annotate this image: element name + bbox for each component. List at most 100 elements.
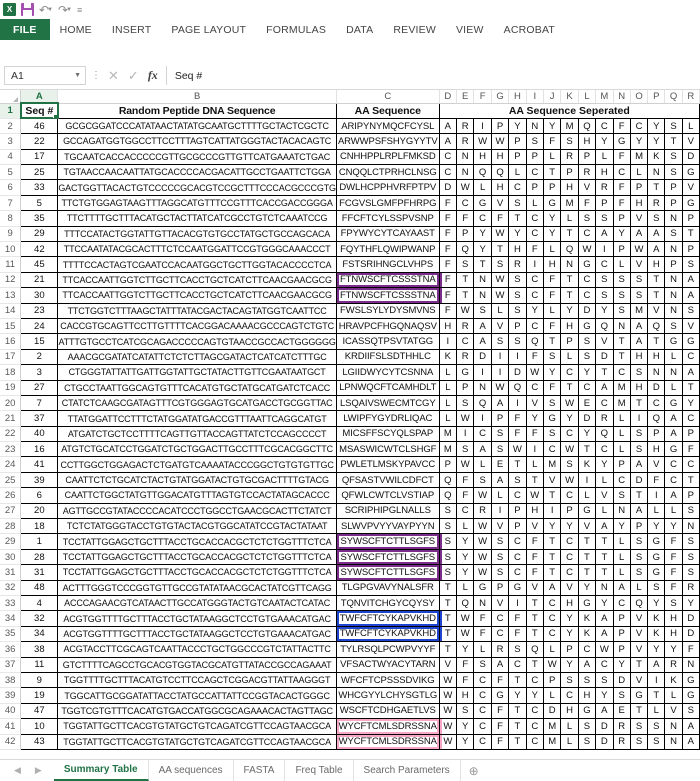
cell-aa-letter[interactable]: L [560, 349, 579, 366]
cell-aa-letter[interactable]: H [647, 256, 666, 273]
redo-icon[interactable]: ↷ ▼ [58, 4, 72, 16]
cell-aa-letter[interactable]: F [664, 549, 683, 566]
cell-aa-letter[interactable]: T [526, 610, 544, 627]
cell-aa-letter[interactable]: T [543, 333, 562, 350]
cell-dna[interactable]: TTCCAATATACGCACTTTCTCCAATGGATTCCGTGGGCAA… [57, 241, 337, 258]
cell-aa-letter[interactable]: C [595, 395, 614, 412]
cell-aa-letter[interactable]: C [508, 564, 527, 581]
cell-aa-letter[interactable]: A [613, 580, 631, 597]
cell-aa-letter[interactable]: H [526, 503, 544, 520]
cell-aa-letter[interactable]: F [508, 610, 527, 627]
cell-aa-letter[interactable]: F [664, 580, 683, 597]
cell-aa-letter[interactable]: P [682, 487, 700, 504]
cell-aa-letter[interactable]: V [595, 487, 614, 504]
cell-aa-letter[interactable]: G [682, 672, 700, 689]
cell-aa-letter[interactable]: Y [595, 303, 614, 319]
cell-aa-letter[interactable]: F [526, 549, 544, 566]
cell-aa-letter[interactable]: L [439, 364, 458, 381]
row-header-39[interactable]: 39 [0, 687, 22, 704]
cell-aa-letter[interactable]: V [630, 672, 649, 689]
cell-aa-letter[interactable]: S [613, 287, 631, 304]
cell-aa-letter[interactable]: A [595, 226, 614, 243]
undo-icon[interactable]: ↶ ▼ [39, 4, 53, 16]
cell-aa-letter[interactable]: R [456, 349, 475, 366]
cell-aa-letter[interactable]: C [473, 672, 492, 689]
cell-aa-letter[interactable]: D [595, 718, 614, 735]
cell-dna[interactable]: TGGTCGTGTTTCACATGTGACCATGGCGCAGAAACACTAG… [57, 703, 337, 720]
cell-aa-letter[interactable]: L [473, 456, 492, 473]
cell-seq[interactable]: 10 [20, 718, 59, 735]
cell-aa-letter[interactable]: S [664, 164, 683, 181]
row-header-9[interactable]: 9 [0, 226, 22, 243]
cell-aa[interactable]: SYWSCFTCTTLSGFS [336, 533, 440, 550]
cell-seq[interactable]: 27 [20, 380, 59, 396]
ribbon-tab-insert[interactable]: INSERT [102, 19, 162, 40]
cell-aa-letter[interactable]: H [664, 626, 683, 643]
cell-aa-letter[interactable]: V [682, 133, 700, 150]
cell-aa-letter[interactable]: V [526, 580, 544, 597]
cell-aa-letter[interactable]: P [664, 256, 683, 273]
cell-aa-letter[interactable]: A [595, 380, 614, 396]
cell-dna[interactable]: TCCTATTGGAGCTGCTTTACCTGCACCACGCTCTCTGGTT… [57, 533, 337, 550]
cell-aa-letter[interactable]: C [526, 287, 544, 304]
cell-aa-letter[interactable]: R [595, 410, 614, 427]
cell-aa-letter[interactable]: Y [630, 133, 649, 150]
cell-aa-letter[interactable]: F [491, 703, 510, 720]
cell-aa-letter[interactable]: H [664, 610, 683, 627]
cell-dna[interactable]: ATGTCTGCATCCTGGATCTGCTGGACTTGCCTTTCGCACG… [57, 441, 337, 458]
cell-dna[interactable]: TGTAACCAACAATTATGCACCCCACGACATTGCCTGAATT… [57, 164, 337, 181]
cell-aa-letter[interactable]: S [664, 149, 683, 166]
cell-aa-letter[interactable]: Y [578, 426, 597, 443]
cell-aa-letter[interactable]: P [456, 380, 475, 396]
cell-aa-letter[interactable]: T [560, 380, 579, 396]
cell-aa-letter[interactable]: V [526, 395, 544, 412]
formula-bar-handle[interactable]: ⋮ [86, 70, 106, 81]
cell-aa-letter[interactable]: A [630, 456, 649, 473]
row-header-23[interactable]: 23 [0, 441, 22, 458]
cell-aa-letter[interactable]: T [526, 626, 544, 643]
cell-aa[interactable]: KRDIIFSLSDTHHLC [336, 349, 440, 366]
row-header-2[interactable]: 2 [0, 118, 22, 135]
cell-aa-letter[interactable]: P [526, 149, 544, 166]
row-header-38[interactable]: 38 [0, 672, 22, 689]
cell-aa-letter[interactable]: R [682, 580, 700, 597]
cell-aa-letter[interactable]: Y [560, 657, 579, 673]
cell-aa-letter[interactable]: Y [647, 595, 666, 612]
cell-aa-letter[interactable]: T [543, 549, 562, 566]
cell-aa-letter[interactable]: C [456, 503, 475, 520]
cell-aa-letter[interactable]: G [578, 503, 597, 520]
cell-aa-letter[interactable]: I [578, 472, 597, 489]
header-cell-seq[interactable]: Seq # [19, 101, 59, 120]
cell-seq[interactable]: 47 [20, 703, 59, 720]
cell-aa-letter[interactable]: N [647, 364, 666, 381]
cell-aa-letter[interactable]: S [613, 272, 631, 289]
cell-dna[interactable]: TTCTTTTGCTTTACATGCTACTTATCATCGCCTGTCTCAA… [57, 210, 337, 227]
cell-aa-letter[interactable]: C [613, 472, 631, 489]
cell-aa-letter[interactable]: S [439, 533, 458, 550]
cell-aa-letter[interactable]: R [664, 657, 683, 673]
cell-aa-letter[interactable]: C [473, 687, 492, 704]
cell-aa-letter[interactable]: D [578, 410, 597, 427]
cell-seq[interactable]: 25 [20, 164, 59, 181]
cell-aa-letter[interactable]: C [560, 564, 579, 581]
cell-aa[interactable]: HRAVPCFHGQNAQSV [336, 318, 440, 335]
cell-aa-letter[interactable]: P [647, 426, 666, 443]
cell-aa-letter[interactable]: T [647, 272, 666, 289]
cell-aa-letter[interactable]: W [491, 272, 510, 289]
cell-aa-letter[interactable]: T [508, 210, 527, 227]
cell-aa-letter[interactable]: C [508, 487, 527, 504]
cell-aa[interactable]: FCGVSLGMFPFHRPG [336, 195, 440, 212]
cell-aa-letter[interactable]: C [682, 349, 700, 366]
cell-aa[interactable]: CNQQLCTPRHCLNSG [336, 164, 440, 181]
cell-aa-letter[interactable]: Y [560, 610, 579, 627]
cell-aa-letter[interactable]: S [630, 272, 649, 289]
cell-aa-letter[interactable]: F [491, 734, 510, 750]
cell-aa-letter[interactable]: C [560, 426, 579, 443]
cell-seq[interactable]: 29 [20, 226, 59, 243]
cell-aa-letter[interactable]: M [439, 441, 458, 458]
cell-aa-letter[interactable]: V [630, 610, 649, 627]
cell-aa-letter[interactable]: C [578, 287, 597, 304]
cell-aa-letter[interactable]: F [526, 349, 544, 366]
row-header-20[interactable]: 20 [0, 395, 22, 412]
cell-aa[interactable]: FSTSRIHNGCLVHPS [336, 256, 440, 273]
